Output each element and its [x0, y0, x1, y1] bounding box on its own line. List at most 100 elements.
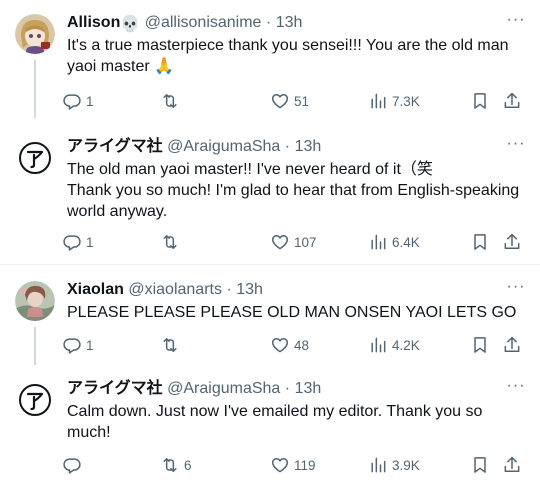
heart-icon: [270, 455, 290, 475]
avatar[interactable]: [15, 138, 55, 178]
like-button[interactable]: 107: [270, 231, 317, 253]
share-icon: [502, 335, 522, 355]
retweet-button[interactable]: [160, 231, 184, 253]
thread-line: [34, 327, 36, 365]
action-bar: 1 48 4.2K: [62, 334, 528, 356]
views-icon: [368, 232, 388, 252]
share-icon: [502, 232, 522, 252]
retweet-icon: [160, 232, 180, 252]
share-button[interactable]: [502, 454, 522, 476]
display-name[interactable]: Allison: [67, 14, 120, 31]
reply-count: 1: [86, 93, 94, 109]
retweet-icon: [160, 91, 180, 111]
timestamp[interactable]: 13h: [295, 380, 322, 397]
heart-icon: [270, 91, 290, 111]
tweet[interactable]: Allison💀 @allisonisanime · 13h ··· It's …: [0, 12, 540, 118]
more-options-icon[interactable]: ···: [506, 279, 526, 301]
separator: ·: [265, 14, 272, 31]
timestamp[interactable]: 13h: [295, 138, 322, 155]
bookmark-button[interactable]: [470, 334, 490, 356]
retweet-button[interactable]: [160, 334, 184, 356]
retweet-button[interactable]: [160, 90, 184, 112]
separator: ·: [226, 281, 232, 298]
like-button[interactable]: 119: [270, 454, 316, 476]
views-icon: [368, 455, 388, 475]
action-bar: 1 51 7.3K: [62, 90, 528, 112]
views-icon: [368, 91, 388, 111]
share-icon: [502, 455, 522, 475]
action-bar: 1 107 6.4K: [62, 231, 528, 253]
avatar[interactable]: [15, 281, 55, 321]
tweet-text: Calm down. Just now I've emailed my edit…: [67, 403, 483, 441]
view-count: 6.4K: [392, 234, 420, 250]
tweet-header: アライグマ社 @AraigumaSha · 13h: [67, 378, 321, 400]
tweet[interactable]: Xiaolan @xiaolanarts · 13h ··· PLEASE PL…: [0, 279, 540, 365]
handle[interactable]: @AraigumaSha: [167, 138, 280, 155]
reply-button[interactable]: 1: [62, 90, 94, 112]
reply-button[interactable]: [62, 454, 86, 476]
retweet-icon: [160, 455, 180, 475]
display-name[interactable]: アライグマ社: [67, 138, 163, 155]
share-button[interactable]: [502, 231, 522, 253]
view-count: 4.2K: [392, 337, 420, 353]
divider: [0, 264, 540, 265]
avatar[interactable]: [15, 380, 55, 420]
handle[interactable]: @xiaolanarts: [128, 281, 222, 298]
tweet-text: It's a true masterpiece thank you sensei…: [67, 37, 509, 75]
action-bar: 6 119 3.9K: [62, 454, 528, 476]
reply-button[interactable]: 1: [62, 231, 94, 253]
handle[interactable]: @allisonisanime: [145, 14, 262, 31]
tweet-header: Xiaolan @xiaolanarts · 13h: [67, 279, 263, 301]
timestamp[interactable]: 13h: [276, 14, 303, 31]
more-options-icon[interactable]: ···: [506, 378, 526, 400]
heart-icon: [270, 335, 290, 355]
separator: ·: [284, 380, 291, 397]
reply-icon: [62, 455, 82, 475]
views-button[interactable]: 7.3K: [368, 90, 420, 112]
retweet-button[interactable]: 6: [160, 454, 192, 476]
bookmark-button[interactable]: [470, 231, 490, 253]
like-count: 48: [294, 337, 310, 353]
tweet[interactable]: アライグマ社 @AraigumaSha · 13h ··· The old ma…: [0, 136, 540, 256]
share-button[interactable]: [502, 334, 522, 356]
share-icon: [502, 91, 522, 111]
skull-emoji: 💀: [120, 16, 141, 33]
bookmark-icon: [470, 335, 490, 355]
retweet-icon: [160, 335, 180, 355]
reply-button[interactable]: 1: [62, 334, 94, 356]
share-button[interactable]: [502, 90, 522, 112]
like-count: 51: [294, 93, 310, 109]
view-count: 7.3K: [392, 93, 420, 109]
views-button[interactable]: 6.4K: [368, 231, 420, 253]
reply-icon: [62, 91, 82, 111]
bookmark-icon: [470, 455, 490, 475]
display-name[interactable]: アライグマ社: [67, 380, 163, 397]
view-count: 3.9K: [392, 457, 420, 473]
tweet[interactable]: アライグマ社 @AraigumaSha · 13h ··· Calm down.…: [0, 378, 540, 482]
retweet-count: 6: [184, 457, 192, 473]
display-name[interactable]: Xiaolan: [67, 281, 124, 298]
handle[interactable]: @AraigumaSha: [167, 380, 280, 397]
tweet-header: Allison💀 @allisonisanime · 13h: [67, 12, 302, 34]
like-button[interactable]: 48: [270, 334, 309, 356]
bookmark-button[interactable]: [470, 90, 490, 112]
more-options-icon[interactable]: ···: [506, 12, 526, 34]
views-button[interactable]: 4.2K: [368, 334, 420, 356]
heart-icon: [270, 232, 290, 252]
bookmark-icon: [470, 91, 490, 111]
bookmark-icon: [470, 232, 490, 252]
reply-icon: [62, 232, 82, 252]
views-button[interactable]: 3.9K: [368, 454, 420, 476]
like-count: 107: [294, 234, 317, 250]
reply-icon: [62, 335, 82, 355]
avatar[interactable]: [15, 14, 55, 54]
bookmark-button[interactable]: [470, 454, 490, 476]
thread-line: [34, 60, 36, 118]
reply-count: 1: [86, 337, 94, 353]
reply-count: 1: [86, 234, 94, 250]
like-button[interactable]: 51: [270, 90, 309, 112]
more-options-icon[interactable]: ···: [506, 136, 526, 158]
tweet-text: The old man yaoi master!! I've never hea…: [67, 161, 520, 220]
timestamp[interactable]: 13h: [236, 281, 263, 298]
tweet-header: アライグマ社 @AraigumaSha · 13h: [67, 136, 321, 158]
